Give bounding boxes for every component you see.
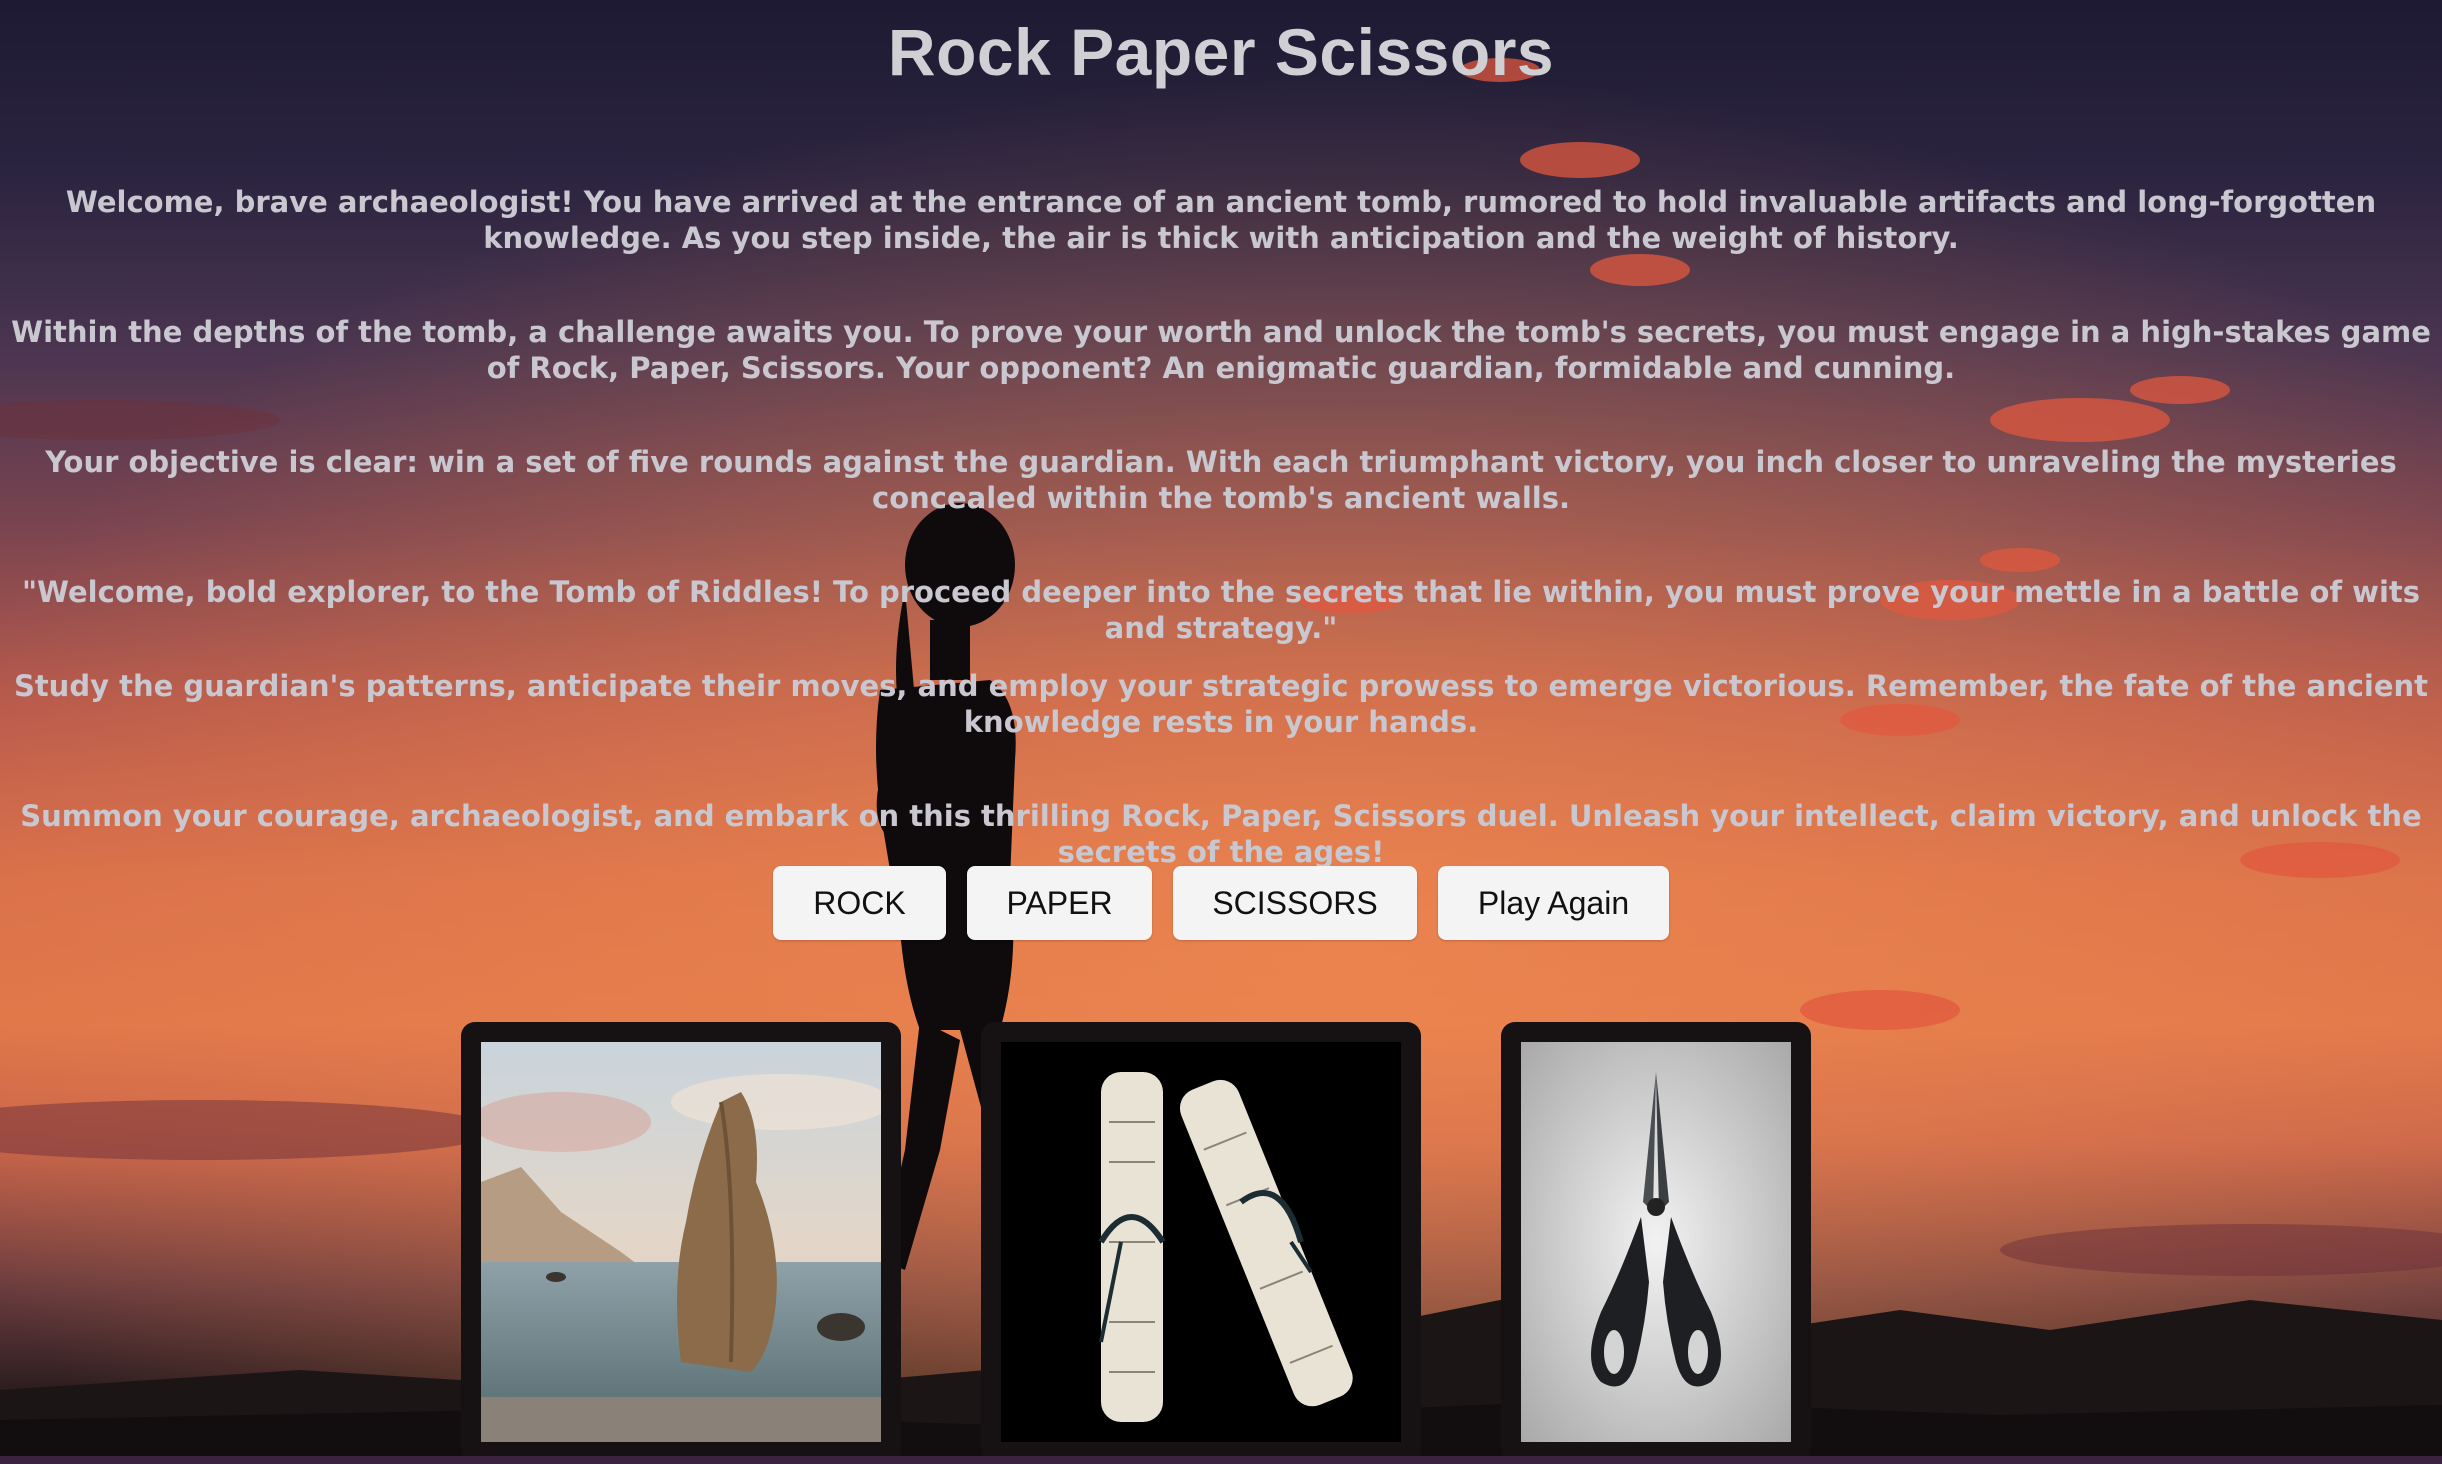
rock-card[interactable] [461, 1022, 901, 1464]
intro-paragraph-3: Your objective is clear: win a set of fi… [45, 445, 2397, 515]
rock-button[interactable]: ROCK [773, 866, 946, 940]
intro-paragraph-1: Welcome, brave archaeologist! You have a… [65, 185, 2377, 255]
paper-scrolls-image [1001, 1042, 1401, 1442]
choice-buttons: ROCK PAPER SCISSORS Play Again [0, 866, 2442, 940]
play-again-button[interactable]: Play Again [1438, 866, 1669, 940]
paper-card[interactable] [981, 1022, 1421, 1464]
intro-paragraph-2: Within the depths of the tomb, a challen… [11, 315, 2431, 385]
page-title: Rock Paper Scissors [887, 15, 1555, 89]
guardian-quote: "Welcome, bold explorer, to the Tomb of … [21, 575, 2421, 645]
scissors-button[interactable]: SCISSORS [1173, 866, 1417, 940]
rock-image [481, 1042, 881, 1442]
bottom-bar [0, 1456, 2442, 1464]
intro-paragraph-5: Study the guardian's patterns, anticipat… [13, 669, 2429, 739]
paper-button[interactable]: PAPER [967, 866, 1152, 940]
intro-paragraph-6: Summon your courage, archaeologist, and … [20, 799, 2422, 869]
scissors-image [1521, 1042, 1791, 1442]
scissors-card[interactable] [1501, 1022, 1811, 1464]
